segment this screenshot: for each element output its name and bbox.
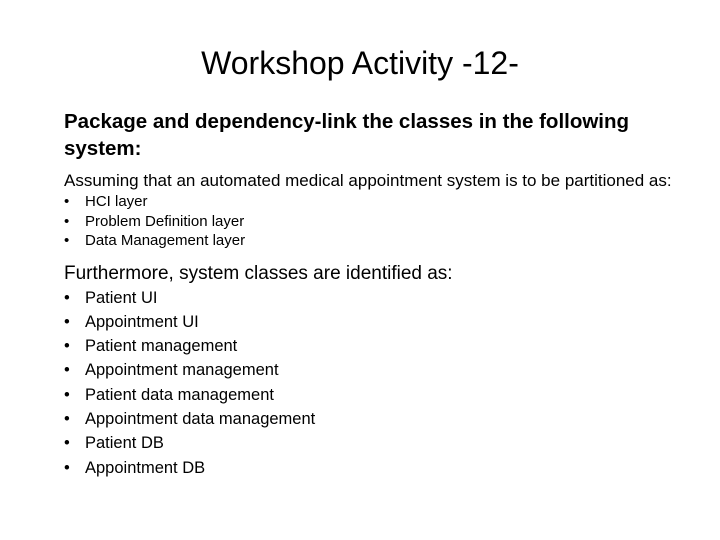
list-item: • Appointment management xyxy=(64,358,704,382)
bullet-icon: • xyxy=(64,409,70,428)
list-item: • Patient data management xyxy=(64,383,704,407)
classes-section-lead: Furthermore, system classes are identifi… xyxy=(64,262,453,284)
bullet-icon: • xyxy=(64,385,70,404)
bullet-icon: • xyxy=(64,288,70,307)
list-item-label: Appointment UI xyxy=(85,312,199,331)
bullet-icon: • xyxy=(64,337,70,356)
list-item-label: Patient management xyxy=(85,337,238,356)
list-item-label: Patient UI xyxy=(85,288,158,307)
list-item-label: Data Management layer xyxy=(85,232,246,249)
slide-body: Package and dependency-link the classes … xyxy=(64,108,704,480)
list-item: • Problem Definition layer xyxy=(64,212,704,232)
bullet-icon: • xyxy=(64,232,70,249)
list-item-label: Patient DB xyxy=(85,434,164,453)
list-item: • HCI layer xyxy=(64,192,704,212)
list-item-label: Appointment DB xyxy=(85,458,206,477)
page-title: Workshop Activity -12- xyxy=(201,45,519,81)
list-item-label: Appointment data management xyxy=(85,409,316,428)
slide-canvas: Workshop Activity -12- Package and depen… xyxy=(0,0,720,540)
list-item: • Patient management xyxy=(64,334,704,358)
bullet-icon: • xyxy=(64,434,70,453)
list-item-label: HCI layer xyxy=(85,193,148,210)
bullet-icon: • xyxy=(64,361,70,380)
lead-instruction-text: Package and dependency-link the classes … xyxy=(64,110,630,160)
bullet-icon: • xyxy=(64,312,70,331)
bullet-icon: • xyxy=(64,212,70,230)
classes-bullet-list: • Patient UI • Appointment UI • Patient … xyxy=(64,286,704,480)
list-item: • Patient UI xyxy=(64,286,704,310)
list-item-label: Patient data management xyxy=(85,385,274,404)
assumption-paragraph: Assuming that an automated medical appoi… xyxy=(64,171,672,190)
list-item: • Data Management layer xyxy=(64,231,704,251)
list-item: • Appointment UI xyxy=(64,310,704,334)
bullet-icon: • xyxy=(64,458,70,477)
list-item-label: Problem Definition layer xyxy=(85,212,245,230)
list-item: • Appointment DB xyxy=(64,456,704,480)
list-item: • Patient DB xyxy=(64,431,704,455)
list-item: • Appointment data management xyxy=(64,407,704,431)
bullet-icon: • xyxy=(64,193,70,210)
list-item-label: Appointment management xyxy=(85,361,279,380)
layers-bullet-list: • HCI layer • Problem Definition layer •… xyxy=(64,192,704,251)
